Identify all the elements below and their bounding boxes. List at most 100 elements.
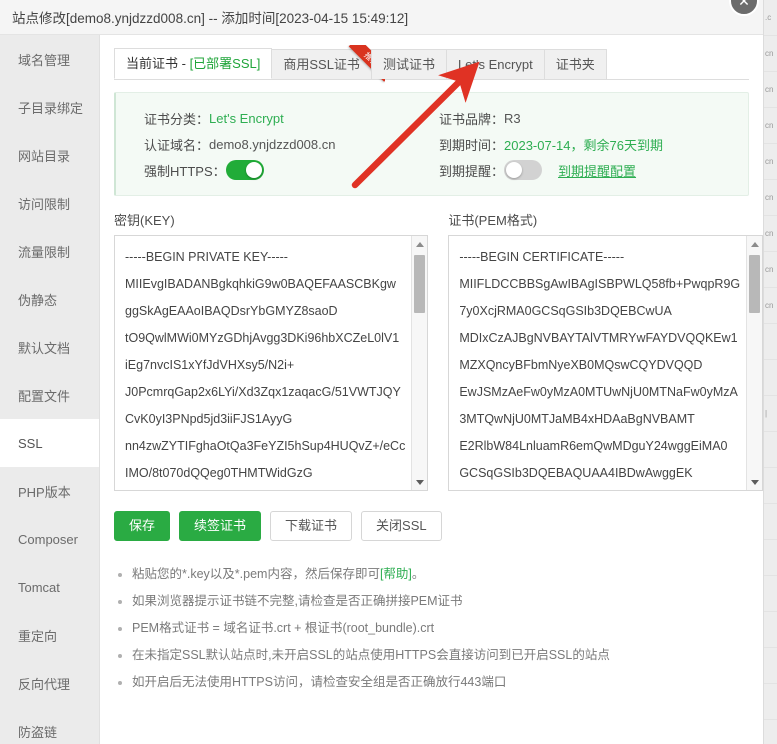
scroll-down-icon[interactable] [747,474,762,490]
tab-test-cert[interactable]: 测试证书 [371,49,447,79]
sidebar-item-label: 重定向 [18,626,57,645]
brand-row: 证书品牌： R3 [439,105,734,131]
close-ssl-button[interactable]: 关闭SSL [361,511,442,541]
certificate-info-panel: 证书分类： Let's Encrypt 认证域名： demo8.ynjdzzd0… [114,92,749,196]
pem-line: 3MTQwNjU0MTJaMB4xHDAaBgNVBAMT [459,406,740,433]
sidebar-item-label: 流量限制 [18,242,70,261]
list-item: 粘贴您的*.key以及*.pem内容，然后保存即可[帮助]。 [114,561,749,588]
sidebar: 域名管理 子目录绑定 网站目录 访问限制 流量限制 伪静态 默认文档 配置文件 … [0,35,100,744]
tab-commercial-ssl[interactable]: 商用SSL证书 推荐 [271,49,372,79]
sidebar-item-php-version[interactable]: PHP版本 [0,467,99,515]
save-button[interactable]: 保存 [114,511,170,541]
scrollbar-thumb[interactable] [414,255,425,313]
sidebar-item-rewrite[interactable]: 伪静态 [0,275,99,323]
sidebar-item-ssl[interactable]: SSL [0,419,99,467]
expire-remind-toggle[interactable] [504,160,542,180]
sidebar-item-label: 防盗链 [18,722,57,741]
force-https-row: 强制HTTPS： [144,157,439,183]
list-item: PEM格式证书 = 域名证书.crt + 根证书(root_bundle).cr… [114,615,749,642]
expire-label: 到期时间： [439,135,504,154]
pem-line: MIIFLDCCBBSgAwIBAgISBPWLQ58fb+PwqpR9G [459,271,740,298]
site-edit-modal: .c cn cn cn cn cn cn cn cn | ✕ 站点修改[demo… [0,0,777,744]
sidebar-item-config-file[interactable]: 配置文件 [0,371,99,419]
help-list: 粘贴您的*.key以及*.pem内容，然后保存即可[帮助]。 如果浏览器提示证书… [114,561,749,696]
key-line: CvK0yI3PNpd5jd3iiFJS1AyyG [125,406,405,433]
sidebar-item-subdir[interactable]: 子目录绑定 [0,83,99,131]
key-line: J0PcmrqGap2x6LYi/Xd3Zqx1zaqacG/51VWTJQY [125,379,405,406]
sidebar-item-default-doc[interactable]: 默认文档 [0,323,99,371]
tab-label: 测试证书 [383,57,435,72]
remind-label: 到期提醒： [439,161,504,180]
pem-line: AoIBAQDsrYbGMYZ8saoDtO9QwlMWi0MYzGD [459,487,740,491]
pem-field: 证书(PEM格式) -----BEGIN CERTIFICATE----- MI… [448,210,763,491]
sidebar-item-label: 访问限制 [18,194,70,213]
sidebar-item-tomcat[interactable]: Tomcat [0,563,99,611]
sidebar-item-label: 反向代理 [18,674,70,693]
toggle-knob [246,162,262,178]
pem-line: EwJSMzAeFw0yMzA0MTUwNjU0MTNaFw0yMzA [459,379,740,406]
sidebar-item-anti-leech[interactable]: 防盗链 [0,707,99,744]
sidebar-item-access-limit[interactable]: 访问限制 [0,179,99,227]
sidebar-item-redirect[interactable]: 重定向 [0,611,99,659]
brand-value: R3 [504,111,521,126]
renew-cert-button[interactable]: 续签证书 [179,511,261,541]
sidebar-item-composer[interactable]: Composer [0,515,99,563]
help-text-end: 。 [412,567,425,581]
domain-value: demo8.ynjdzzd008.cn [209,137,335,152]
cert-fields: 密钥(KEY) -----BEGIN PRIVATE KEY----- MIIE… [114,210,749,491]
pem-line: 7y0XcjRMA0GCSqGSIb3DQEBCwUA [459,298,740,325]
list-item: 在未指定SSL默认站点时,未开启SSL的站点使用HTTPS会直接访问到已开启SS… [114,642,749,669]
help-text: PEM格式证书 = 域名证书.crt + 根证书(root_bundle).cr… [132,621,434,635]
pem-field-label: 证书(PEM格式) [448,210,763,229]
background-page-strip: .c cn cn cn cn cn cn cn cn | [763,0,777,744]
key-textarea[interactable]: -----BEGIN PRIVATE KEY----- MIIEvgIBADAN… [114,235,428,491]
cert-type-row: 证书分类： Let's Encrypt [144,105,439,131]
tab-lets-encrypt[interactable]: Let's Encrypt [446,49,545,79]
key-line: MIIEvgIBADANBgkqhkiG9w0BAQEFAASCBKgw [125,271,405,298]
sidebar-item-domain[interactable]: 域名管理 [0,35,99,83]
key-field-label: 密钥(KEY) [114,210,428,229]
download-cert-button[interactable]: 下载证书 [270,511,352,541]
info-column-right: 证书品牌： R3 到期时间： 2023-07-14，剩余76天到期 到期提醒： … [439,105,734,183]
sidebar-item-label: 网站目录 [18,146,70,165]
sidebar-item-label: Tomcat [18,580,60,595]
force-https-toggle[interactable] [226,160,264,180]
sidebar-item-label: 域名管理 [18,50,70,69]
scroll-up-icon[interactable] [412,236,427,252]
scrollbar-thumb[interactable] [749,255,760,313]
pem-textarea[interactable]: -----BEGIN CERTIFICATE----- MIIFLDCCBBSg… [448,235,763,491]
expire-row: 到期时间： 2023-07-14，剩余76天到期 [439,131,734,157]
scroll-up-icon[interactable] [747,236,762,252]
sidebar-item-label: SSL [18,436,43,451]
expire-value: 2023-07-14，剩余76天到期 [504,135,663,154]
sidebar-item-webroot[interactable]: 网站目录 [0,131,99,179]
cert-type-label: 证书分类： [144,109,209,128]
force-https-label: 强制HTTPS： [144,161,226,180]
tab-current-cert[interactable]: 当前证书 - [已部署SSL] [114,48,272,79]
sidebar-item-label: 伪静态 [18,290,57,309]
remind-row: 到期提醒： 到期提醒配置 [439,157,734,183]
tab-status-badge: [已部署SSL] [190,56,261,71]
main-content: 当前证书 - [已部署SSL] 商用SSL证书 推荐 测试证书 Let's En… [100,35,763,744]
domain-label: 认证域名： [144,135,209,154]
help-link[interactable]: [帮助] [380,567,412,581]
info-column-left: 证书分类： Let's Encrypt 认证域名： demo8.ynjdzzd0… [144,105,439,183]
tab-label: 证书夹 [556,57,595,72]
pem-line: MDIxCzAJBgNVBAYTAlVTMRYwFAYDVQQKEw1 [459,325,740,352]
tabs-bar: 当前证书 - [已部署SSL] 商用SSL证书 推荐 测试证书 Let's En… [114,49,749,80]
action-buttons: 保存 续签证书 下载证书 关闭SSL [114,511,749,541]
key-line: IMO/8t070dQQeg0THMTWidGzG [125,460,405,487]
sidebar-item-traffic-limit[interactable]: 流量限制 [0,227,99,275]
tab-label: Let's Encrypt [458,57,533,72]
scroll-down-icon[interactable] [412,474,427,490]
domain-row: 认证域名： demo8.ynjdzzd008.cn [144,131,439,157]
brand-label: 证书品牌： [439,109,504,128]
key-line: -----BEGIN PRIVATE KEY----- [125,244,405,271]
pem-scrollbar[interactable] [746,236,762,490]
sidebar-item-reverse-proxy[interactable]: 反向代理 [0,659,99,707]
key-line: 6BbBIkhKhetpA+m5hWDCBLnZGz+qWd9jYSmY [125,487,405,491]
tab-cert-folder[interactable]: 证书夹 [544,49,607,79]
key-line: tO9QwlMWi0MYzGDhjAvgg3DKi96hbXCZeL0lV1 [125,325,405,352]
key-scrollbar[interactable] [411,236,427,490]
expire-remind-config-link[interactable]: 到期提醒配置 [558,161,636,180]
